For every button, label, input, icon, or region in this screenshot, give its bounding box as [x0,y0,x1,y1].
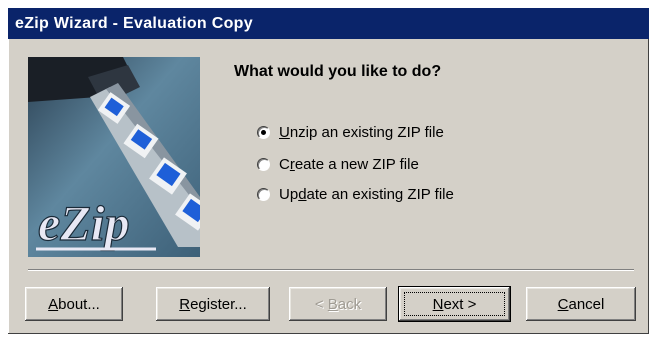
logo-art: eZip [28,57,200,257]
back-button[interactable]: < Back [289,287,387,321]
window-title: eZip Wizard - Evaluation Copy [15,15,253,32]
radio-update[interactable] [257,187,270,201]
option-update-label: Update an existing ZIP file [279,185,454,203]
next-button[interactable]: Next > [399,287,510,321]
cancel-button[interactable]: Cancel [526,287,636,321]
radio-unzip[interactable] [257,125,270,139]
option-unzip[interactable]: Unzip an existing ZIP file [257,121,444,143]
option-update[interactable]: Update an existing ZIP file [257,183,454,205]
register-button[interactable]: Register... [156,287,270,321]
option-unzip-label: Unzip an existing ZIP file [279,123,444,141]
logo-text: eZip [38,195,130,251]
option-create-label: Create a new ZIP file [279,155,419,173]
option-create[interactable]: Create a new ZIP file [257,153,419,175]
title-bar[interactable]: eZip Wizard - Evaluation Copy [8,8,649,39]
radio-create[interactable] [257,157,270,171]
wizard-question: What would you like to do? [234,63,442,80]
about-button[interactable]: About... [25,287,123,321]
separator [28,269,634,271]
wizard-window: eZip Wizard - Evaluation Copy eZip What … [8,8,649,334]
ezip-logo: eZip [28,57,200,257]
